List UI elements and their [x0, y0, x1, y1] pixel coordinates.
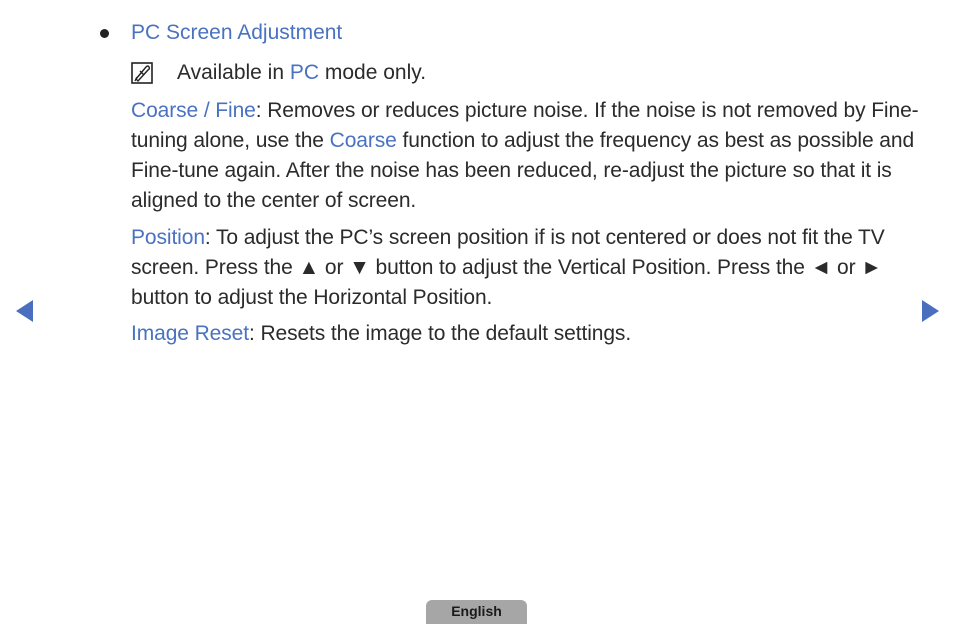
item-term: Image Reset: [131, 322, 249, 345]
previous-page-button[interactable]: [16, 300, 33, 322]
item-text: : Resets the image to the default settin…: [248, 322, 632, 345]
language-tab[interactable]: English: [426, 600, 527, 624]
note-text: Available in PC mode only.: [177, 60, 426, 86]
note-suffix: mode only.: [319, 61, 427, 84]
note-pencil-icon: [131, 62, 153, 84]
item-term: Coarse / Fine: [131, 99, 256, 122]
item-term: Position: [131, 226, 205, 249]
item-text: : To adjust the PC’s screen position if …: [131, 226, 885, 309]
note-prefix: Available in: [177, 61, 290, 84]
next-page-button[interactable]: [922, 300, 939, 322]
bullet-icon: [100, 29, 109, 38]
item-term-inline: Coarse: [329, 129, 397, 152]
item-position: Position: To adjust the PC’s screen posi…: [131, 223, 921, 313]
section-title: PC Screen Adjustment: [131, 21, 343, 44]
section-heading: PC Screen Adjustment: [100, 20, 342, 46]
item-coarse-fine: Coarse / Fine: Removes or reduces pictur…: [131, 96, 921, 216]
item-image-reset: Image Reset: Resets the image to the def…: [131, 319, 921, 349]
note: Available in PC mode only.: [131, 60, 426, 86]
note-highlight: PC: [289, 61, 320, 84]
